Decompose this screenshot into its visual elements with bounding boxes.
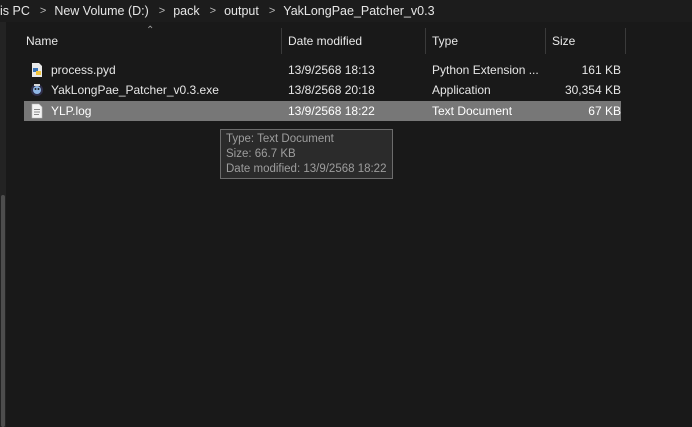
breadcrumb: is PC > New Volume (D:) > pack > output … bbox=[0, 0, 692, 22]
application-icon bbox=[30, 82, 44, 98]
file-info-tooltip: Type: Text Document Size: 66.7 KB Date m… bbox=[220, 129, 393, 179]
breadcrumb-this-pc[interactable]: is PC bbox=[0, 4, 34, 18]
file-type: Text Document bbox=[432, 104, 513, 118]
chevron-right-icon[interactable]: > bbox=[204, 5, 222, 17]
file-date: 13/9/2568 18:13 bbox=[288, 63, 375, 77]
column-header-type[interactable]: Type bbox=[426, 28, 546, 54]
chevron-right-icon[interactable]: > bbox=[263, 5, 281, 17]
file-row[interactable]: YakLongPae_Patcher_v0.3.exe 13/8/2568 20… bbox=[24, 80, 621, 100]
chevron-right-icon[interactable]: > bbox=[153, 5, 171, 17]
file-name: process.pyd bbox=[51, 63, 116, 77]
file-size: 67 KB bbox=[588, 104, 621, 118]
column-header-name[interactable]: Name bbox=[20, 28, 282, 54]
column-header-date-modified[interactable]: Date modified bbox=[282, 28, 426, 54]
tooltip-date: Date modified: 13/9/2568 18:22 bbox=[226, 163, 387, 175]
text-document-icon bbox=[30, 103, 44, 119]
file-size: 161 KB bbox=[581, 63, 621, 77]
chevron-right-icon[interactable]: > bbox=[34, 5, 52, 17]
file-size: 30,354 KB bbox=[564, 83, 621, 97]
file-name: YLP.log bbox=[51, 104, 92, 118]
file-row[interactable]: process.pyd 13/9/2568 18:13 Python Exten… bbox=[24, 60, 621, 80]
tooltip-type: Type: Text Document bbox=[226, 133, 334, 145]
breadcrumb-current-folder[interactable]: YakLongPae_Patcher_v0.3 bbox=[281, 4, 438, 18]
python-extension-icon bbox=[30, 62, 44, 78]
tooltip-size: Size: 66.7 KB bbox=[226, 148, 296, 160]
file-row-selected[interactable]: YLP.log 13/9/2568 18:22 Text Document 67… bbox=[24, 101, 621, 121]
navigation-scrollbar[interactable] bbox=[1, 195, 5, 427]
file-name: YakLongPae_Patcher_v0.3.exe bbox=[51, 83, 219, 97]
breadcrumb-new-volume[interactable]: New Volume (D:) bbox=[52, 4, 152, 18]
file-date: 13/8/2568 20:18 bbox=[288, 83, 375, 97]
breadcrumb-pack[interactable]: pack bbox=[171, 4, 203, 18]
column-header-row: Name Date modified Type Size bbox=[20, 28, 626, 54]
column-header-size[interactable]: Size bbox=[546, 28, 626, 54]
file-date: 13/9/2568 18:22 bbox=[288, 104, 375, 118]
breadcrumb-output[interactable]: output bbox=[222, 4, 263, 18]
file-type: Python Extension ... bbox=[432, 63, 539, 77]
file-type: Application bbox=[432, 83, 491, 97]
